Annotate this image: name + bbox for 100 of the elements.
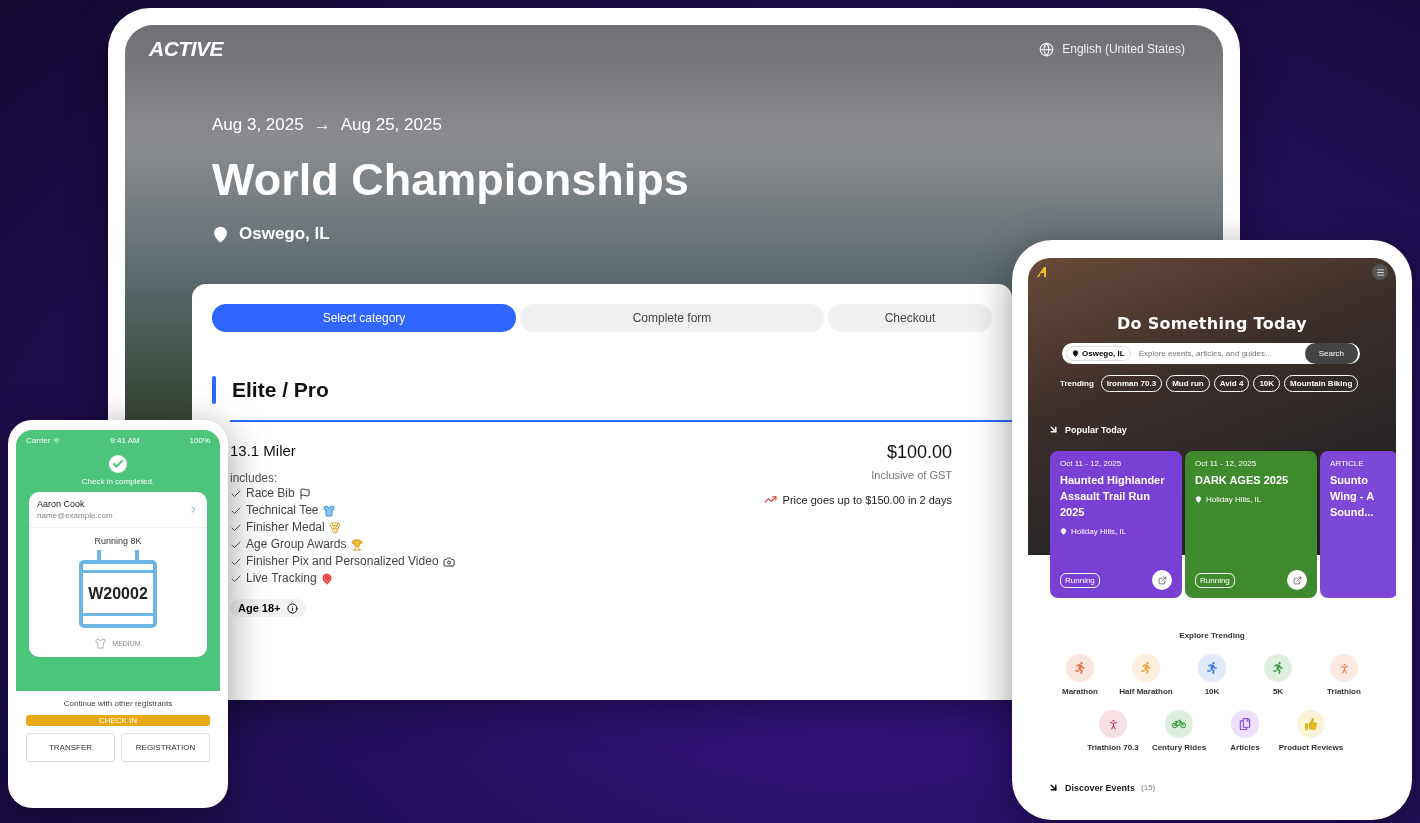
open-link-button[interactable] [1287, 570, 1307, 590]
bib-number: W20002 [88, 585, 148, 603]
action-button[interactable]: TRANSFER [26, 733, 115, 762]
action-button[interactable]: REGISTRATION [121, 733, 210, 762]
trophy-icon [350, 538, 363, 551]
category-label: Product Reviews [1278, 743, 1344, 752]
event-location: Holiday Hills, IL [1206, 494, 1262, 504]
event-card[interactable]: Oct 11 - 12, 2025 DARK AGES 2025 Holiday Hills, IL Running [1185, 451, 1317, 598]
camera-icon [442, 555, 455, 568]
event-location: Holiday Hills, IL [1071, 526, 1127, 536]
external-link-icon [1157, 575, 1167, 585]
check-circle-icon [109, 455, 127, 473]
category-label: Articles [1230, 743, 1260, 752]
category-item[interactable]: Half Marathon [1113, 654, 1179, 696]
shirt-icon [322, 504, 335, 517]
section-title: Explore Trending [1179, 631, 1245, 640]
price: $100.00 [886, 442, 952, 463]
include-item: Finisher Medal [246, 519, 325, 536]
include-item: Age Group Awards [246, 536, 347, 553]
article-card[interactable]: ARTICLE Suunto Wing - A Sound... [1320, 451, 1396, 598]
step-tab[interactable]: Complete form [520, 304, 824, 332]
item-name: 13.1 Miler [230, 442, 297, 459]
info-icon [286, 602, 298, 614]
headline: Do Something Today [1116, 314, 1308, 333]
menu-button[interactable] [1372, 264, 1388, 280]
menu-icon [1375, 267, 1385, 277]
event-name: Running 8K [94, 536, 142, 546]
event-card[interactable]: Oct 11 - 12, 2025 Haunted Highlander Assault Trail Run 2025 Holiday Hills, IL Running [1050, 451, 1182, 598]
registrant-email: name@example.com [37, 511, 113, 520]
external-link-icon [1292, 575, 1302, 585]
step-tab[interactable]: Select category [212, 304, 516, 332]
runner-icon [1074, 662, 1086, 674]
thumbs-up-icon [1305, 718, 1317, 730]
age-badge: Age 18+ [230, 599, 306, 617]
includes-label: includes: [230, 471, 279, 485]
category-item[interactable]: 10K [1179, 654, 1245, 696]
category-item[interactable]: Triathlon [1311, 654, 1377, 696]
pin-icon [1072, 350, 1079, 357]
open-link-button[interactable] [1152, 570, 1172, 590]
trend-up-icon [763, 493, 777, 506]
tax-note: Inclusive of GST [871, 469, 952, 481]
category-label: Marathon [1062, 687, 1098, 696]
medal-icon [328, 521, 341, 534]
search-bar[interactable]: Oswego, IL Explore events, articles, and guides... Search [1062, 343, 1360, 364]
article-label: ARTICLE [1330, 459, 1365, 468]
price-alert-text: Price goes up to $150.00 in 2 days [782, 493, 952, 506]
category-label: Half Marathon [1119, 687, 1173, 696]
include-item: Live Tracking [246, 570, 317, 587]
checkin-message: Check in completed. [81, 477, 155, 486]
documents-icon [1239, 718, 1251, 730]
category-label: Triathlon [1327, 687, 1361, 696]
location-pin-icon [212, 225, 229, 243]
article-title: Suunto Wing - A Sound... [1330, 473, 1375, 520]
pin-icon [1060, 527, 1067, 535]
category-label: 10K [1204, 687, 1220, 696]
logo[interactable]: ACTIVE [149, 37, 223, 61]
category-accent [212, 376, 216, 404]
category-item[interactable]: Articles [1212, 710, 1278, 752]
event-title: DARK AGES 2025 [1195, 473, 1290, 488]
category-item[interactable]: Product Reviews [1278, 710, 1344, 752]
runner-icon [1140, 662, 1152, 674]
trending-label: Trending [1060, 379, 1094, 388]
section-title: Popular Today [1065, 424, 1127, 435]
category-title: Elite / Pro [232, 378, 329, 402]
clock: 9:41 AM [110, 436, 140, 445]
category-label: 5K [1272, 687, 1284, 696]
step-tab[interactable]: Checkout [828, 304, 992, 332]
include-item: Race Bib [246, 485, 295, 502]
search-button[interactable]: Search [1304, 343, 1358, 364]
section-title: Discover Events [1065, 782, 1136, 793]
registrant-name: Aaron Cook [37, 499, 86, 509]
sport-tag: Running [1195, 572, 1235, 588]
wifi-icon [53, 437, 61, 444]
sport-tag: Running [1060, 572, 1100, 588]
category-item[interactable]: Triathlon 70.3 [1080, 710, 1146, 752]
category-item[interactable]: 5K [1245, 654, 1311, 696]
start-date: Aug 3, 2025 [212, 115, 304, 135]
end-date: Aug 25, 2025 [340, 115, 442, 135]
category-label: Triathlon 70.3 [1087, 743, 1139, 752]
include-item: Finisher Pix and Personalized Video [246, 553, 439, 570]
arrow-icon [1048, 782, 1059, 793]
category-label: Century Rides [1151, 743, 1207, 752]
category-item[interactable]: Marathon [1047, 654, 1113, 696]
registrant-row[interactable]: Aaron Cook name@example.com [29, 492, 207, 528]
include-item: Technical Tee [246, 502, 319, 519]
category-item[interactable]: Century Rides [1146, 710, 1212, 752]
carrier: Carrier [26, 436, 51, 445]
chevron-icon [188, 504, 199, 515]
pin-icon [320, 572, 333, 585]
event-title: Haunted Highlander Assault Trail Run 2025 [1060, 473, 1166, 520]
battery-level: 100% [189, 436, 210, 445]
runner-icon [1206, 662, 1218, 674]
event-location: Oswego, IL [239, 224, 330, 244]
arrow-glyph: → [313, 115, 331, 135]
globe-icon [1039, 41, 1055, 57]
event-date: Oct 11 - 12, 2025 [1195, 459, 1258, 468]
event-count: (15) [1141, 783, 1156, 792]
language-selector[interactable]: English (United States) [1039, 41, 1185, 57]
shirt-icon [95, 638, 107, 649]
flag-icon [298, 487, 311, 500]
